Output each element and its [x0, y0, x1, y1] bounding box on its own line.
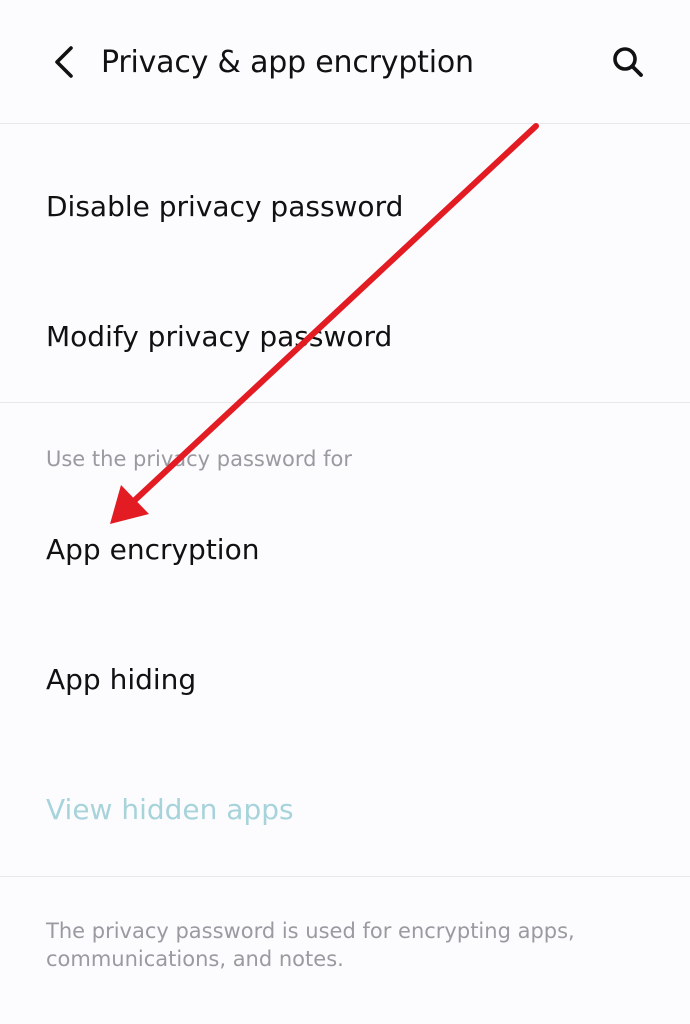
- chevron-left-icon: [55, 46, 73, 78]
- modify-privacy-password-label: Modify privacy password: [46, 320, 393, 353]
- disable-privacy-password-item[interactable]: Disable privacy password: [0, 149, 690, 265]
- disable-privacy-password-label: Disable privacy password: [46, 190, 404, 223]
- search-button[interactable]: [604, 40, 652, 84]
- modify-privacy-password-item[interactable]: Modify privacy password: [0, 279, 690, 395]
- usage-section-header: Use the privacy password for: [46, 447, 353, 471]
- search-icon: [613, 47, 643, 77]
- back-button[interactable]: [44, 40, 84, 84]
- page-title: Privacy & app encryption: [101, 45, 474, 80]
- app-header: Privacy & app encryption: [0, 0, 690, 124]
- view-hidden-apps-item: View hidden apps: [0, 752, 690, 868]
- privacy-password-footnote: The privacy password is used for encrypt…: [46, 919, 575, 971]
- section-divider: [0, 402, 690, 403]
- footer-divider: [0, 876, 690, 877]
- header-divider: [0, 123, 690, 124]
- app-encryption-label: App encryption: [46, 533, 260, 566]
- app-hiding-label: App hiding: [46, 663, 197, 696]
- view-hidden-apps-label: View hidden apps: [46, 793, 294, 826]
- app-hiding-item[interactable]: App hiding: [0, 622, 690, 738]
- app-encryption-item[interactable]: App encryption: [0, 492, 690, 608]
